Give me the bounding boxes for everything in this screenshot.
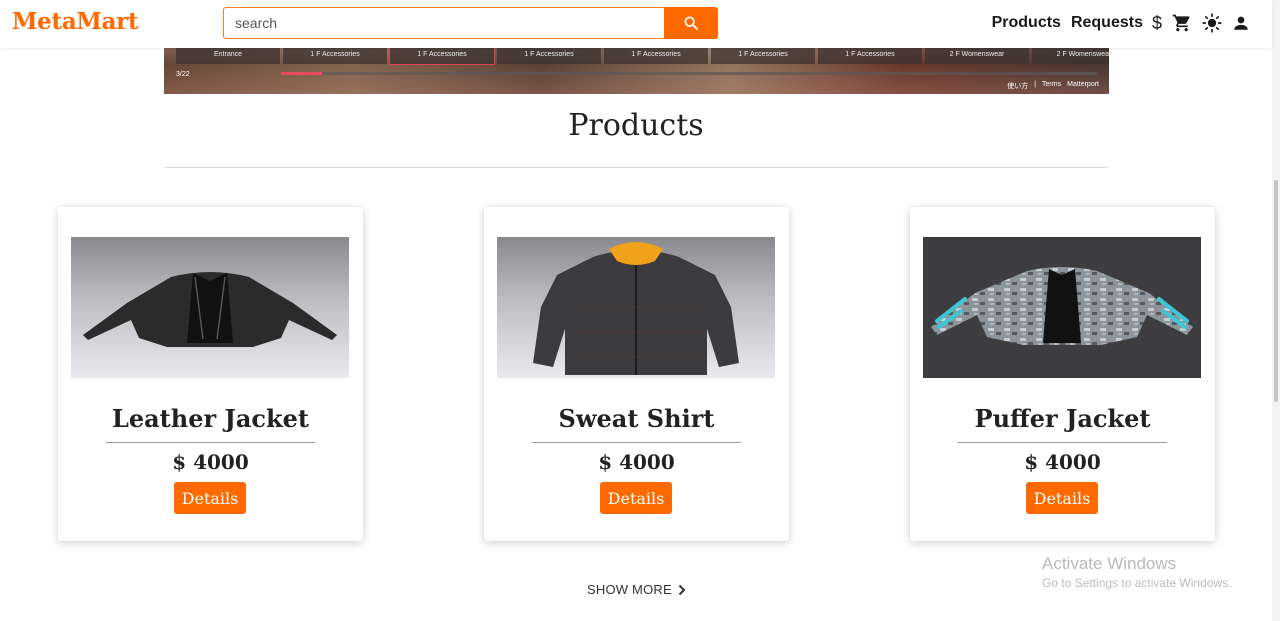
nav-links: Products Requests $: [992, 0, 1250, 46]
details-button[interactable]: Details: [174, 482, 246, 514]
product-image[interactable]: [71, 237, 349, 378]
product-card: Sweat Shirt $ 4000 Details: [484, 207, 789, 541]
tour-thumbnail[interactable]: 1 F Accessories: [711, 46, 815, 64]
tour-progress-fill: [281, 72, 322, 75]
cart-icon[interactable]: [1172, 13, 1192, 33]
show-more-button[interactable]: SHOW MORE: [587, 582, 686, 597]
tour-thumbnail[interactable]: 2 F Womenswear: [1032, 46, 1109, 64]
tour-thumbnail[interactable]: 1 F Accessories: [497, 46, 601, 64]
nav-requests-link[interactable]: Requests: [1071, 14, 1143, 32]
help-link[interactable]: 使い方: [1007, 81, 1028, 91]
section-title: Products: [568, 108, 704, 143]
navbar: MetaMart Products Requests $: [0, 0, 1272, 48]
product-image[interactable]: [497, 237, 775, 378]
product-divider: [958, 442, 1167, 443]
sun-icon[interactable]: [1202, 13, 1222, 33]
tour-thumbnail-active[interactable]: 1 F Accessories: [389, 45, 495, 65]
section-divider: [165, 167, 1108, 168]
search-input[interactable]: [223, 7, 665, 39]
matterport-link[interactable]: Matterport: [1067, 81, 1099, 91]
nav-products-link[interactable]: Products: [992, 14, 1061, 32]
product-price: $ 4000: [172, 450, 249, 474]
tour-thumbnail[interactable]: 2 F Womenswear: [925, 46, 1029, 64]
activate-windows-subtitle: Go to Settings to activate Windows.: [1042, 576, 1232, 590]
chevron-right-icon: [678, 584, 686, 595]
search-button[interactable]: [664, 7, 718, 39]
brand-logo[interactable]: MetaMart: [12, 8, 139, 35]
tour-thumbnails: Entrance 1 F Accessories 1 F Accessories…: [176, 45, 1109, 65]
page-scrollbar[interactable]: [1272, 0, 1280, 621]
puffer-jacket-image: [931, 267, 1193, 345]
tour-thumbnail[interactable]: 1 F Accessories: [604, 46, 708, 64]
tour-progress-bar[interactable]: [281, 72, 1097, 75]
tour-counter: 3/22: [176, 71, 190, 78]
leather-jacket-image: [83, 272, 337, 347]
virtual-tour-banner[interactable]: Entrance 1 F Accessories 1 F Accessories…: [164, 44, 1109, 94]
product-card: Leather Jacket $ 4000 Details: [58, 207, 363, 541]
footer-separator: |: [1034, 81, 1037, 88]
tour-thumbnail[interactable]: 1 F Accessories: [818, 46, 922, 64]
tour-thumbnail[interactable]: Entrance: [176, 46, 280, 64]
product-price: $ 4000: [1024, 450, 1101, 474]
tour-footer: 使い方 | Terms Matterport: [1007, 81, 1099, 91]
tour-thumbnail[interactable]: 1 F Accessories: [283, 46, 387, 64]
activate-windows-title: Activate Windows: [1042, 554, 1177, 573]
user-icon[interactable]: [1232, 14, 1250, 32]
product-divider: [106, 442, 315, 443]
product-divider: [532, 442, 741, 443]
sweat-shirt-image: [533, 242, 739, 375]
scrollbar-thumb[interactable]: [1274, 180, 1278, 402]
details-button[interactable]: Details: [1026, 482, 1098, 514]
details-button[interactable]: Details: [600, 482, 672, 514]
product-name[interactable]: Sweat Shirt: [484, 404, 789, 433]
product-price: $ 4000: [598, 450, 675, 474]
product-name[interactable]: Puffer Jacket: [910, 404, 1215, 433]
dollar-icon[interactable]: $: [1152, 13, 1162, 34]
product-name[interactable]: Leather Jacket: [58, 404, 363, 433]
product-card: Puffer Jacket $ 4000 Details: [910, 207, 1215, 541]
search-icon: [684, 16, 698, 30]
product-image[interactable]: [923, 237, 1201, 378]
terms-link[interactable]: Terms: [1042, 81, 1061, 91]
show-more-label: SHOW MORE: [587, 582, 672, 597]
